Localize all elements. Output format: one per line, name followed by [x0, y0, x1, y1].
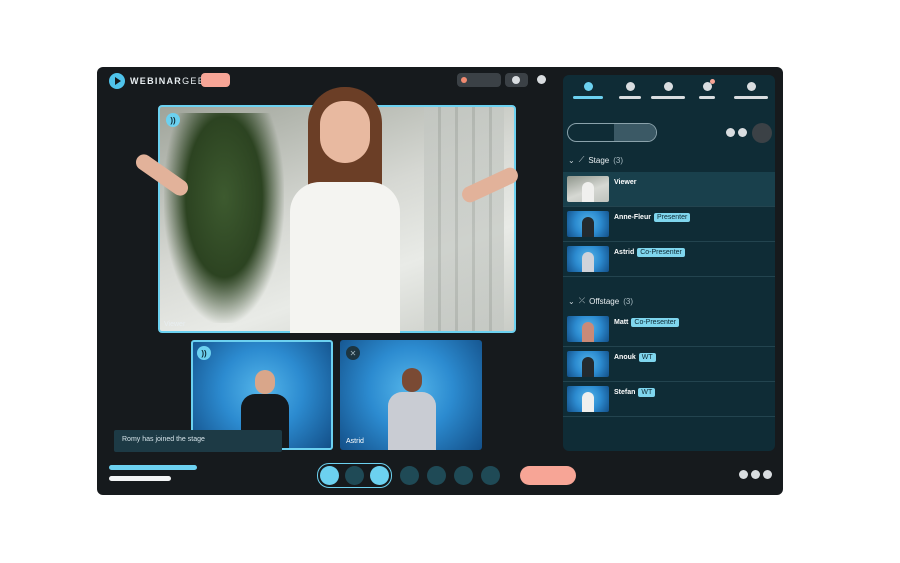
layout-button[interactable]	[481, 466, 500, 485]
media-control-group	[317, 463, 392, 488]
role-badge: WT	[638, 353, 656, 362]
chat-icon	[625, 82, 635, 91]
questions-icon	[663, 82, 673, 91]
screen-share-button[interactable]	[370, 466, 389, 485]
participant-thumbnail	[567, 386, 609, 412]
camera-label: Viewer	[164, 321, 186, 328]
offstage-icon: ⤫	[578, 296, 586, 305]
segment-selected[interactable]	[614, 124, 656, 141]
leave-button[interactable]	[520, 466, 576, 485]
media-button[interactable]	[400, 466, 419, 485]
panel-options-icon[interactable]	[726, 128, 747, 137]
window-background	[424, 107, 504, 331]
presenter-figure	[290, 87, 400, 333]
more-icon	[746, 82, 756, 91]
participant-figure	[388, 368, 436, 450]
participant-name: Astrid	[346, 438, 364, 445]
speaking-indicator-icon: ))	[166, 113, 180, 127]
logo-text: WEBINARGEEK	[130, 76, 213, 86]
video-level-bar	[109, 476, 171, 481]
role-badge: Presenter	[653, 213, 691, 222]
stage-section-header[interactable]: ⌄ ⟋ Stage (3)	[568, 155, 623, 165]
tab-more[interactable]	[734, 82, 768, 99]
participant-thumbnail	[567, 351, 609, 377]
more-options-icon[interactable]	[739, 470, 772, 479]
panel-avatar[interactable]	[752, 123, 772, 143]
participants-icon	[583, 82, 593, 91]
mic-muted-icon: ✕	[346, 346, 360, 360]
audio-level-bar	[109, 465, 197, 470]
notifications-icon	[702, 79, 715, 91]
tab-notifications[interactable]	[699, 79, 715, 99]
effects-button[interactable]	[454, 466, 473, 485]
speaking-indicator-icon: ))	[197, 346, 211, 360]
settings-icon[interactable]	[537, 75, 546, 84]
participant-row[interactable]: Stefan WT	[563, 382, 775, 417]
stage-icon: ⟋	[578, 155, 585, 164]
toggle-icon	[512, 76, 520, 84]
tab-participants[interactable]	[573, 82, 603, 99]
participant-row[interactable]: Matt Co-Presenter	[563, 312, 775, 347]
panel-tabs	[569, 79, 769, 104]
participant-thumbnail	[567, 211, 609, 237]
plant-background	[164, 113, 284, 323]
role-badge: WT	[638, 388, 656, 397]
recording-button[interactable]	[457, 73, 501, 87]
join-notification: Romy has joined the stage	[114, 430, 282, 452]
participant-tile-2[interactable]: ✕ Astrid	[340, 340, 482, 450]
offstage-section-header[interactable]: ⌄ ⤫ Offstage (3)	[568, 296, 633, 306]
camera-button[interactable]	[345, 466, 364, 485]
microphone-button[interactable]	[320, 466, 339, 485]
webinargeek-logo: WEBINARGEEK	[109, 73, 212, 89]
layout-toggle-button[interactable]	[505, 73, 528, 87]
control-bar	[317, 463, 576, 488]
participant-thumbnail	[567, 316, 609, 342]
main-stage-video: )) Viewer	[132, 87, 521, 333]
participant-row[interactable]: Anne-Fleur Presenter	[563, 207, 775, 242]
role-badge: Co-Presenter	[637, 248, 685, 257]
chevron-down-icon: ⌄	[568, 296, 575, 306]
record-icon	[461, 77, 467, 83]
live-status-pill[interactable]	[201, 73, 230, 87]
participants-panel: ⌄ ⟋ Stage (3) Viewer Anne-Fleur Presente…	[563, 75, 775, 451]
logo-play-icon	[109, 73, 125, 89]
poll-button[interactable]	[427, 466, 446, 485]
chevron-down-icon: ⌄	[568, 155, 575, 165]
participant-row[interactable]: Anouk WT	[563, 347, 775, 382]
participant-thumbnail	[567, 176, 609, 202]
role-badge: Co-Presenter	[631, 318, 680, 327]
tab-chat[interactable]	[619, 82, 641, 99]
view-segmented-control[interactable]	[567, 123, 657, 142]
notification-badge	[709, 79, 715, 84]
webinar-app: WEBINARGEEK )) Viewer )) ✕ Astrid Romy h…	[97, 67, 783, 495]
participant-thumbnail	[567, 246, 609, 272]
participant-row[interactable]: Viewer	[563, 172, 775, 207]
participant-row[interactable]: Astrid Co-Presenter	[563, 242, 775, 277]
tab-questions[interactable]	[651, 82, 685, 99]
